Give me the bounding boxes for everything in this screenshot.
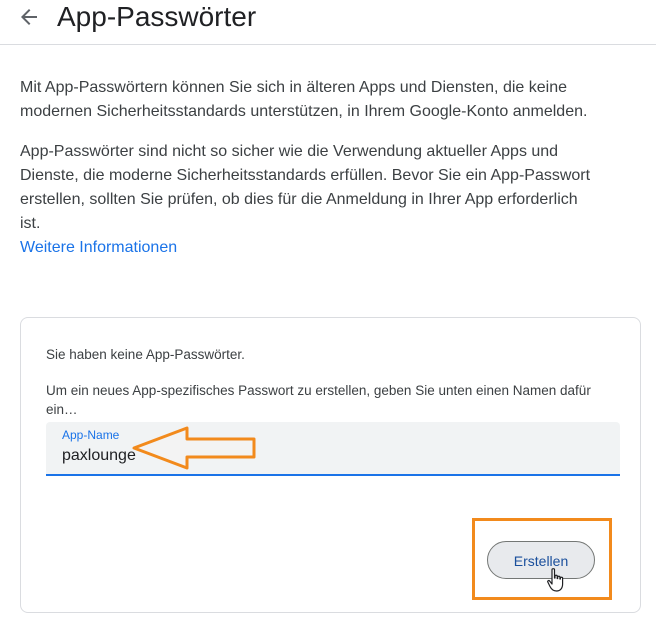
create-button[interactable]: Erstellen — [487, 541, 595, 579]
hand-cursor-icon — [547, 568, 564, 592]
warning-text: App-Passwörter sind nicht so sicher wie … — [20, 143, 591, 232]
no-passwords-text: Sie haben keine App-Passwörter. — [46, 347, 245, 362]
warning-paragraph: App-Passwörter sind nicht so sicher wie … — [20, 140, 600, 260]
annotation-arrow-icon — [132, 426, 256, 470]
learn-more-link[interactable]: Weitere Informationen — [20, 239, 177, 256]
instruction-text: Um ein neues App-spezifisches Passwort z… — [46, 383, 591, 417]
arrow-left-icon[interactable] — [17, 5, 41, 29]
app-name-label: App-Name — [62, 428, 120, 442]
intro-paragraph: Mit App-Passwörtern können Sie sich in ä… — [20, 79, 588, 120]
header: App-Passwörter — [0, 0, 656, 45]
page-title: App-Passwörter — [57, 1, 257, 32]
intro-section: Mit App-Passwörtern können Sie sich in ä… — [20, 76, 600, 260]
